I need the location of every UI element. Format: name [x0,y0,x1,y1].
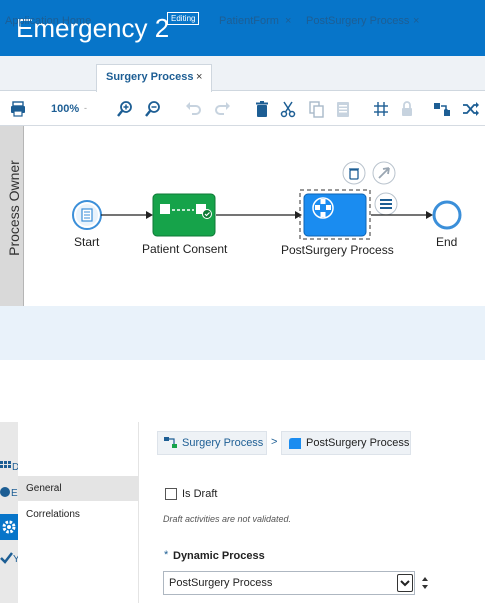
tab-close-icon[interactable]: × [285,8,291,35]
tab-label: Surgery Process [106,71,194,83]
grid-icon[interactable] [372,100,390,118]
breadcrumb-current[interactable]: PostSurgery Process [281,431,411,455]
gear-icon [2,520,16,534]
tab-surgery-process[interactable]: Surgery Process × [96,64,212,92]
arrange-icon[interactable] [433,100,451,118]
checkmark-icon[interactable]: Y [0,550,18,566]
tab-application-home[interactable]: Application Home [5,8,91,35]
breadcrumb-parent-label: Surgery Process [182,437,264,449]
tab-label: PostSurgery Process [306,15,410,27]
required-marker: * [164,549,169,561]
dynamic-process-select[interactable]: PostSurgery Process [163,571,415,595]
zoom-dropdown[interactable]: - [84,103,87,113]
post-surgery-process-task[interactable] [299,189,371,240]
sequence-flow[interactable] [216,211,302,219]
data-icon[interactable]: D [0,458,18,474]
copy-icon[interactable] [307,100,325,118]
end-label: End [436,235,458,249]
dropdown-button[interactable] [397,574,413,592]
tab-label: PatientForm [219,15,279,27]
settings-tab[interactable] [0,514,18,540]
redo-icon[interactable] [214,100,232,118]
nav-item-correlations[interactable]: Correlations [18,502,138,527]
nav-item-general[interactable]: General [18,476,138,501]
is-draft-checkbox[interactable] [165,488,177,500]
dynamic-process-value: PostSurgery Process [169,577,273,589]
start-label: Start [74,235,100,249]
patient-consent-label: Patient Consent [142,242,228,256]
delete-node-icon[interactable] [342,161,366,185]
post-surgery-label: PostSurgery Process [281,243,394,257]
paste-icon[interactable] [334,100,352,118]
node-menu-icon[interactable] [374,192,398,216]
lock-icon[interactable] [398,100,416,118]
breadcrumb-current-label: PostSurgery Process [306,437,410,449]
zoom-out-icon[interactable] [144,100,162,118]
dynamic-process-label: Dynamic Process [173,550,265,562]
rail-letter: E [11,488,18,499]
sequence-flow[interactable] [101,211,153,219]
tab-close-icon[interactable]: × [196,71,202,83]
zoom-level[interactable]: 100% [51,103,79,115]
subprocess-icon [289,438,301,449]
tab-bar [0,56,485,91]
process-icon [164,437,177,448]
is-draft-label: Is Draft [182,488,218,500]
event-icon[interactable]: E [0,484,18,500]
undo-icon[interactable] [184,100,202,118]
process-diagram [72,161,462,240]
delete-icon[interactable] [253,100,271,118]
breadcrumb-parent[interactable]: Surgery Process [157,431,267,455]
connect-node-icon[interactable] [372,161,396,185]
app-window: Emergency 2 Editing Application Home Sur… [0,0,485,603]
shuffle-icon[interactable] [462,100,480,118]
left-icon-rail: D E Y [0,422,18,603]
spinner-icon[interactable] [419,574,431,592]
tab-post-surgery-process[interactable]: PostSurgery Process [306,8,409,35]
chevron-down-icon [400,580,410,587]
toolbar: 100% - [0,92,485,126]
tab-label: Application Home [5,15,92,27]
zoom-in-icon[interactable] [116,100,134,118]
start-event[interactable] [72,200,102,230]
editing-badge: Editing [167,12,200,25]
canvas-empty-lane[interactable] [0,306,485,360]
cut-icon[interactable] [279,100,297,118]
print-icon[interactable] [9,100,27,118]
patient-consent-task[interactable] [152,193,216,237]
breadcrumb-separator: > [271,436,278,448]
end-event[interactable] [432,200,462,230]
draft-hint: Draft activities are not validated. [163,514,292,524]
tab-close-icon[interactable]: × [413,8,419,35]
tab-patient-form[interactable]: PatientForm [219,8,279,35]
